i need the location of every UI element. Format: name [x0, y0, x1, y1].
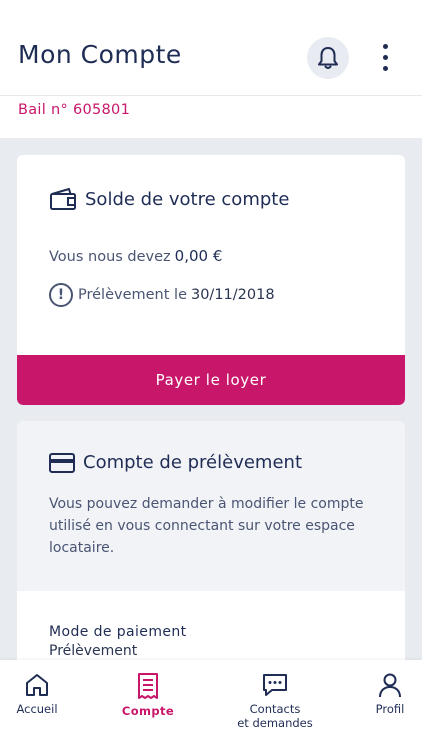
amount-due-label: Vous nous devez — [49, 249, 171, 265]
tab-profil[interactable]: Profil — [340, 672, 422, 716]
debit-account-card-header: Compte de prélèvement — [49, 452, 302, 473]
payment-mode-value: Prélèvement — [49, 643, 138, 659]
balance-card-title: Solde de votre compte — [85, 188, 290, 210]
debit-account-description: Vous pouvez demander à modifier le compt… — [49, 496, 364, 556]
debit-account-card: Compte de prélèvement Vous pouvez demand… — [17, 421, 405, 666]
pay-rent-button[interactable]: Payer le loyer — [17, 355, 405, 405]
wallet-icon — [50, 188, 76, 210]
payment-mode-section: Mode de paiement Prélèvement — [17, 591, 405, 666]
lease-number: Bail n° 605801 — [18, 102, 131, 118]
tab-contacts[interactable]: Contacts et demandes — [225, 672, 325, 730]
tab-label: Profil — [375, 702, 405, 716]
tab-label: Accueil — [16, 702, 58, 716]
chat-icon — [263, 674, 287, 696]
debit-account-title: Compte de prélèvement — [83, 452, 302, 473]
notifications-button[interactable] — [307, 37, 349, 79]
home-icon — [26, 674, 48, 696]
bell-icon — [318, 47, 338, 69]
balance-card-header: Solde de votre compte — [49, 186, 289, 212]
bottom-tab-bar: Accueil Compte Contacts et demandes Prof… — [0, 660, 422, 750]
app-header: Mon Compte — [0, 0, 422, 96]
amount-due-value: 0,00 € — [174, 247, 223, 265]
credit-card-icon — [49, 452, 75, 473]
page-title: Mon Compte — [18, 40, 182, 69]
direct-debit-date: 30/11/2018 — [190, 287, 275, 303]
main-content: Solde de votre compte Vous nous devez 0,0… — [0, 138, 422, 666]
payment-mode-label: Mode de paiement — [49, 624, 187, 640]
exclamation-icon: ! — [49, 283, 73, 307]
user-icon — [379, 673, 401, 698]
direct-debit-line: ! Prélèvement le 30/11/2018 — [49, 283, 275, 307]
amount-due-line: Vous nous devez 0,00 € — [49, 247, 222, 265]
tab-compte[interactable]: Compte — [98, 672, 198, 718]
direct-debit-label: Prélèvement le — [78, 287, 187, 303]
tab-accueil[interactable]: Accueil — [0, 672, 87, 716]
receipt-icon — [138, 673, 158, 699]
tab-label: Compte — [121, 704, 175, 718]
tab-label: Contacts et demandes — [237, 702, 313, 730]
balance-card: Solde de votre compte Vous nous devez 0,0… — [17, 155, 405, 405]
more-options-icon[interactable] — [370, 40, 400, 74]
